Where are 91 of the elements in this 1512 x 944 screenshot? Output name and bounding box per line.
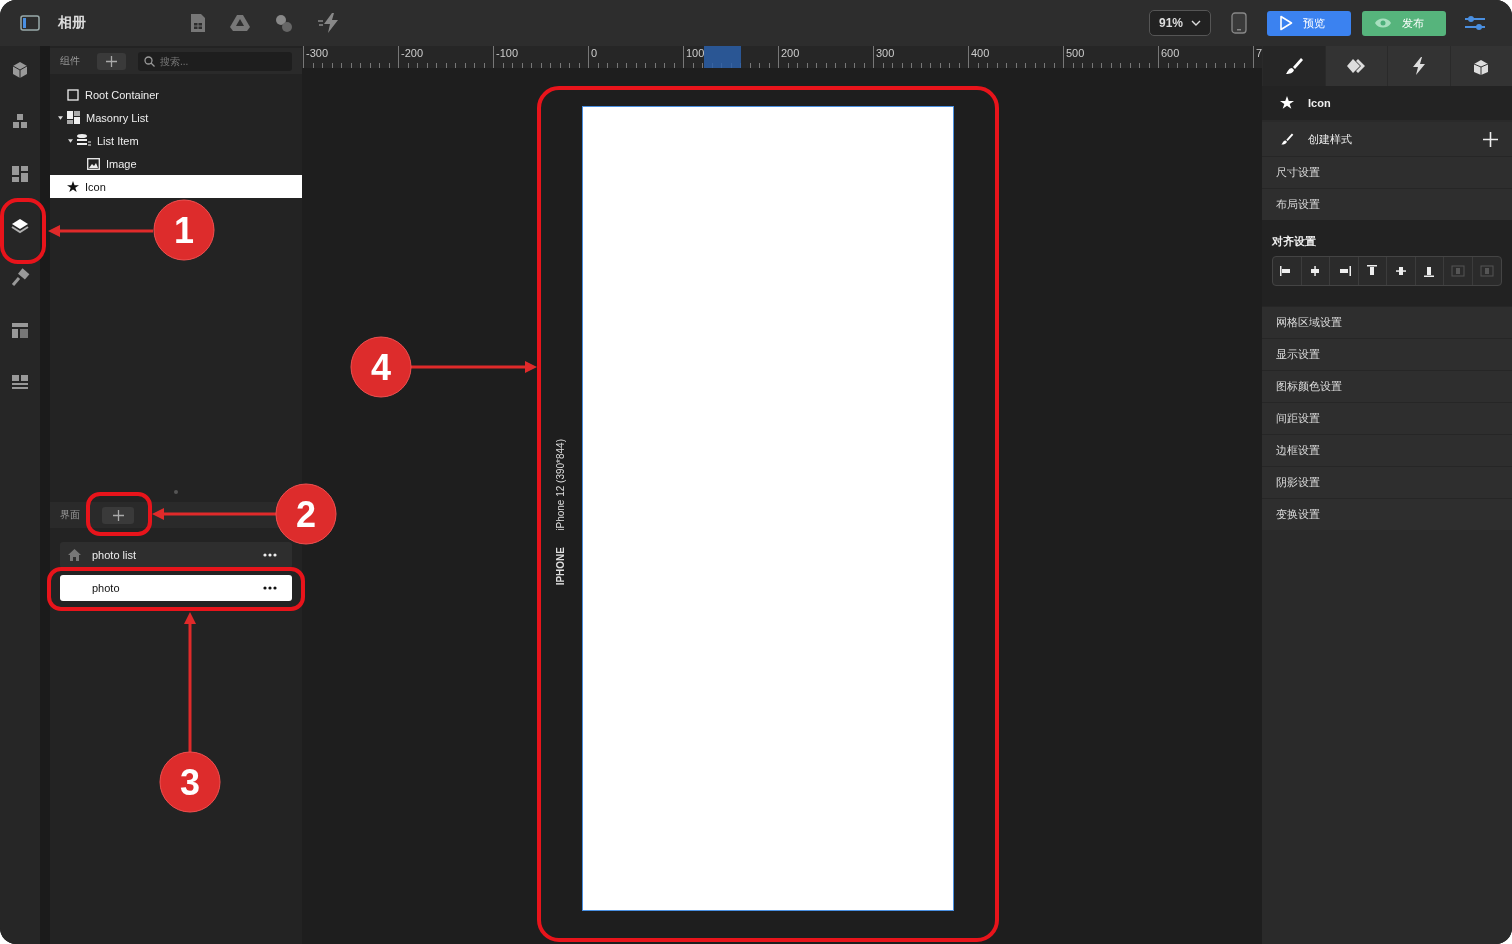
settings-section[interactable]: 变换设置 [1262,498,1512,530]
lightning-icon[interactable] [1387,46,1450,86]
preview-button[interactable]: 预览 [1267,10,1351,36]
ruler-label: 200 [779,47,800,59]
highlight-outline [86,492,152,536]
brush-icon [1280,132,1294,146]
callout-circle [275,483,337,545]
lightning-icon[interactable] [318,13,340,33]
highlight-outline [0,198,46,264]
caret-icon[interactable] [58,114,63,121]
list-icon[interactable] [9,372,31,392]
settings-section[interactable]: 阴影设置 [1262,466,1512,498]
callout-number: 2 [296,494,316,535]
template-icon[interactable] [9,320,31,340]
callout-number: 4 [371,347,391,388]
align-icon [1479,265,1494,277]
triangle-icon[interactable] [230,14,250,32]
ruler-label: -100 [494,47,519,59]
ruler-label: 400 [969,47,990,59]
blocks-icon [67,111,80,124]
page-item[interactable]: photo list [60,542,292,568]
plus-icon [112,509,124,521]
brush-icon[interactable] [1262,46,1325,86]
layer-item[interactable]: Image [50,152,302,175]
callout-number: 3 [180,762,200,803]
zoom-dropdown[interactable]: 91% [1149,10,1211,36]
align-icon [1450,265,1465,277]
database-list-icon [77,134,91,147]
settings-section[interactable]: 布局设置 [1262,188,1512,220]
ruler-label: 300 [874,47,895,59]
settings-section[interactable]: 尺寸设置 [1262,156,1512,188]
spreadsheet-icon[interactable] [190,13,206,33]
star-icon [1280,96,1294,110]
ruler-label: -300 [304,47,329,59]
layer-item[interactable]: Root Container [50,83,302,106]
square-icon [67,88,79,101]
app-title: 相册 [58,14,86,32]
hammer-icon[interactable] [9,268,31,288]
image-icon [87,157,100,170]
search-icon [144,55,155,67]
panel-label: 组件 [60,54,81,68]
shapes-icon[interactable] [274,13,294,33]
ruler-label: 500 [1064,47,1085,59]
layer-item[interactable]: Masonry List [50,106,302,129]
ruler-highlight [704,46,741,68]
eye-icon [1374,17,1392,29]
search-field[interactable]: 搜索... [138,51,292,71]
chevron-down-icon [1191,20,1201,26]
callout-circle [159,751,221,813]
page-item[interactable]: photo [60,575,292,601]
callout-number: 1 [174,210,194,251]
home-icon [68,549,81,561]
sliders-icon[interactable] [1464,14,1486,32]
star-icon [67,180,79,193]
more-icon[interactable] [263,586,277,590]
settings-section[interactable]: 网格区域设置 [1262,306,1512,338]
settings-section[interactable]: 边框设置 [1262,434,1512,466]
align-icon [1365,265,1380,277]
resize-handle[interactable] [174,490,178,494]
play-icon [1279,15,1293,31]
ruler-label: 100 [684,47,705,59]
layer-item[interactable]: List Item [50,129,302,152]
add-button[interactable] [97,52,126,70]
ruler-label: 600 [1159,47,1180,59]
settings-section[interactable]: 显示设置 [1262,338,1512,370]
device-name: IPHONE [554,546,566,585]
callout-circle [350,336,412,398]
layout-icon[interactable] [9,164,31,184]
panel-label: 界面 [60,508,81,522]
sidebar-toggle-icon[interactable] [20,15,40,31]
plus-icon[interactable] [1483,131,1498,147]
layer-item[interactable]: Icon [50,175,302,198]
phone-icon[interactable] [1231,12,1247,34]
align-title: 对齐设置 [1272,234,1317,249]
ruler-label: -200 [399,47,424,59]
caret-icon[interactable] [68,137,73,144]
callout-circle [153,199,215,261]
create-style-label: 创建样式 [1308,131,1352,147]
align-icon [1393,265,1408,277]
settings-section[interactable]: 图标颜色设置 [1262,370,1512,402]
ruler-label: 0 [589,47,598,59]
ruler-label: 7 [1254,47,1262,59]
more-icon[interactable] [263,553,277,557]
cube-icon[interactable] [1449,46,1512,86]
element-name: Icon [1308,97,1331,109]
plus-icon [106,55,118,67]
align-icon [1422,265,1437,277]
add-button[interactable] [102,506,134,524]
settings-section[interactable]: 间距设置 [1262,402,1512,434]
device-model: iPhone 12 (390*844) [554,438,566,531]
layers-icon[interactable] [9,216,31,236]
